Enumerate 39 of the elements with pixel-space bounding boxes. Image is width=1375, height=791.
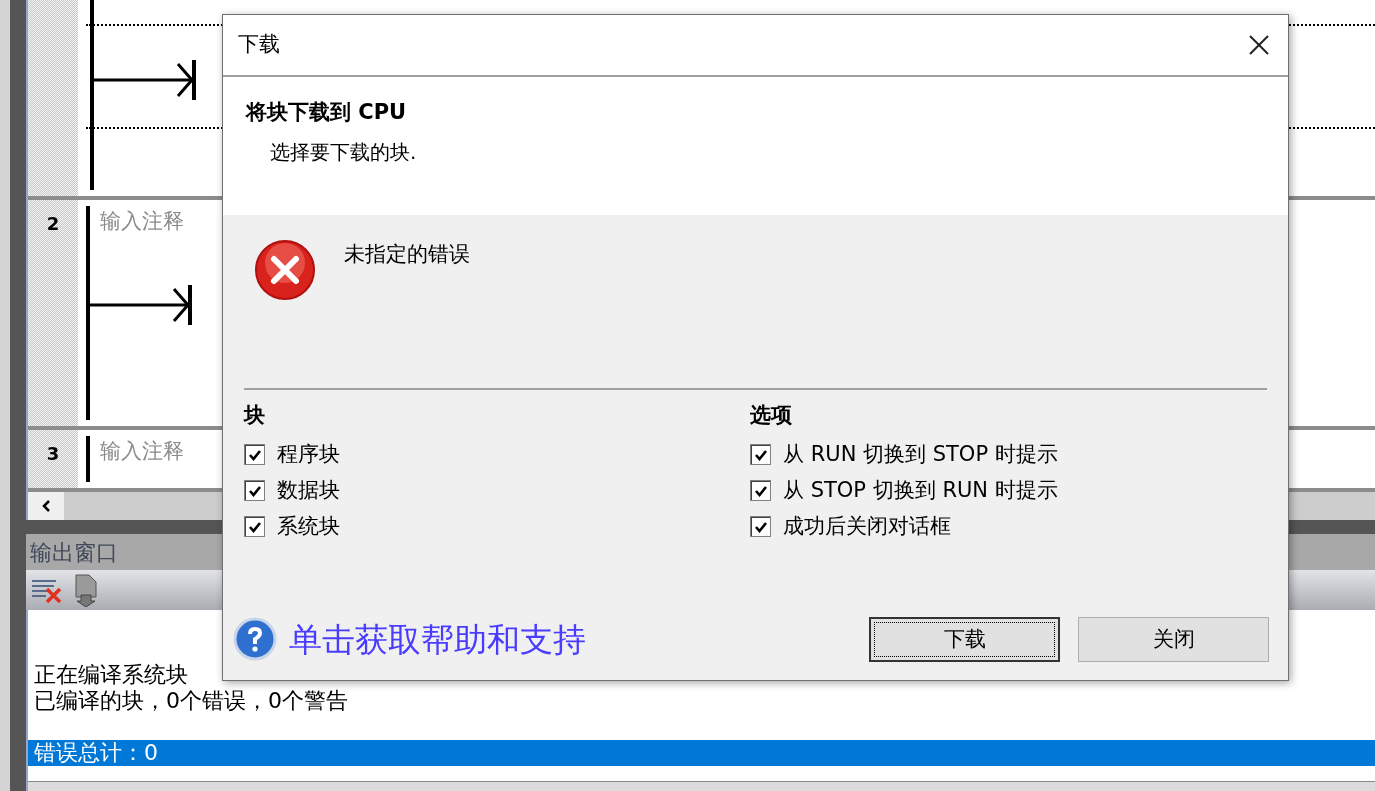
- check-icon: [247, 448, 262, 461]
- check-icon: [753, 520, 768, 533]
- check-icon: [247, 484, 262, 497]
- checkbox-label[interactable]: 数据块: [277, 474, 340, 507]
- section-title: 选项: [750, 402, 793, 429]
- chevron-left-icon: [41, 499, 51, 513]
- window-title: 下载: [238, 31, 280, 59]
- section-title: 块: [244, 402, 266, 429]
- error-message: 未指定的错误: [344, 241, 470, 268]
- document-icon[interactable]: [74, 573, 98, 607]
- dialog-subheading: 选择要下载的块.: [270, 138, 418, 166]
- checkbox-label[interactable]: 成功后关闭对话框: [783, 510, 951, 543]
- dialog-button[interactable]: 关闭: [1078, 616, 1269, 662]
- checkbox[interactable]: [244, 516, 265, 537]
- panel-title: 输出窗口: [30, 538, 118, 567]
- checkbox-label[interactable]: 程序块: [277, 438, 340, 471]
- checkbox-label[interactable]: 从 RUN 切换到 STOP 时提示: [783, 438, 1058, 471]
- checkbox[interactable]: [750, 444, 771, 465]
- check-icon: [753, 448, 768, 461]
- dialog-button[interactable]: 下载: [869, 616, 1060, 662]
- dialog-heading: 将块下载到 CPU: [246, 99, 408, 126]
- output-line: 已编译的块，0个错误，0个警告: [33, 688, 348, 714]
- checkbox[interactable]: [244, 480, 265, 501]
- network-number: 3: [46, 442, 60, 466]
- output-line: 正在编译系统块: [33, 662, 188, 688]
- checkbox-label[interactable]: 系统块: [277, 510, 340, 543]
- scroll-left-button[interactable]: [28, 492, 64, 520]
- help-link[interactable]: 单击获取帮助和支持: [289, 614, 586, 664]
- close-icon[interactable]: [1248, 34, 1270, 56]
- network-number: 2: [46, 212, 60, 236]
- output-line-highlighted[interactable]: 错误总计：0: [28, 740, 1375, 766]
- check-icon: [247, 520, 262, 533]
- help-icon: [233, 617, 277, 662]
- checkbox[interactable]: [750, 480, 771, 501]
- checkbox[interactable]: [244, 444, 265, 465]
- check-icon: [753, 484, 768, 497]
- checkbox[interactable]: [750, 516, 771, 537]
- error-icon: [254, 239, 316, 301]
- checkbox-label[interactable]: 从 STOP 切换到 RUN 时提示: [783, 474, 1058, 507]
